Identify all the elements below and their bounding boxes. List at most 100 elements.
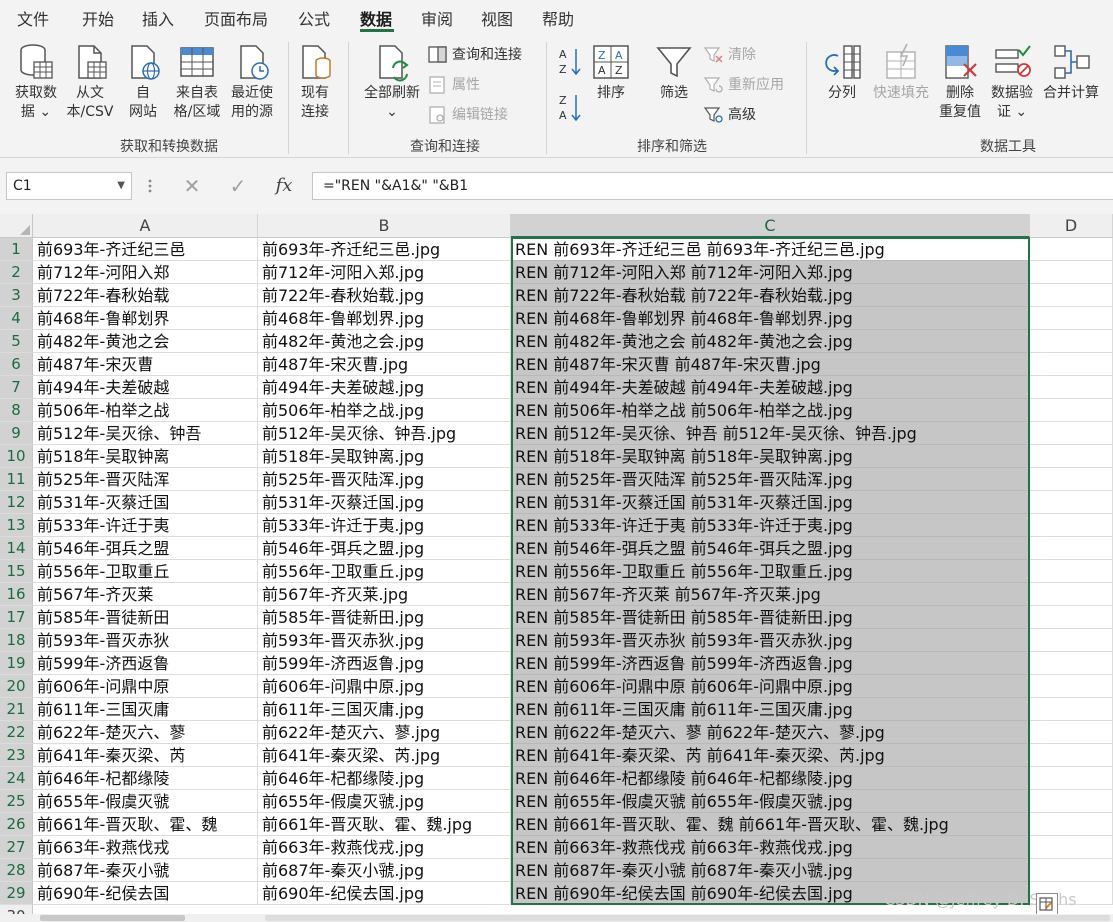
cell-b[interactable]: 前593年-晋灭赤狄.jpg [258,629,511,652]
cell-c[interactable]: REN 前468年-鲁郸划界 前468年-鲁郸划界.jpg [511,307,1030,330]
cell-b[interactable]: 前533年-许迁于夷.jpg [258,514,511,537]
cell-c[interactable]: REN 前585年-晋徒新田 前585年-晋徒新田.jpg [511,606,1030,629]
tab-insert[interactable]: 插入 [142,6,174,30]
cell-a[interactable]: 前533年-许迁于夷 [33,514,258,537]
row-header[interactable]: 21 [0,698,33,721]
cell-b[interactable]: 前606年-问鼎中原.jpg [258,675,511,698]
cell-d[interactable] [1030,629,1113,652]
tab-data[interactable]: 数据 [360,6,392,30]
row-header[interactable]: 13 [0,514,33,537]
cell-b[interactable]: 前687年-秦灭小虢.jpg [258,859,511,882]
cell-d[interactable] [1030,330,1113,353]
cell-b[interactable]: 前663年-救燕伐戎.jpg [258,836,511,859]
cell-d[interactable] [1030,353,1113,376]
cell-d[interactable] [1030,790,1113,813]
cell-d[interactable] [1030,721,1113,744]
row-header[interactable]: 25 [0,790,33,813]
cell-c[interactable]: REN 前525年-晋灭陆浑 前525年-晋灭陆浑.jpg [511,468,1030,491]
row-header[interactable]: 1 [0,238,33,261]
cell-b[interactable]: 前487年-宋灭曹.jpg [258,353,511,376]
cell-b[interactable]: 前482年-黄池之会.jpg [258,330,511,353]
cell-a[interactable]: 前690年-纪侯去国 [33,882,258,905]
cell-a[interactable]: 前661年-晋灭耿、霍、魏 [33,813,258,836]
tab-page-layout[interactable]: 页面布局 [204,6,268,30]
row-header[interactable]: 17 [0,606,33,629]
cell-d[interactable] [1030,376,1113,399]
row-header[interactable]: 12 [0,491,33,514]
row-header[interactable]: 19 [0,652,33,675]
row-header[interactable]: 5 [0,330,33,353]
cell-b[interactable]: 前468年-鲁郸划界.jpg [258,307,511,330]
cell-a[interactable]: 前585年-晋徒新田 [33,606,258,629]
row-header[interactable]: 24 [0,767,33,790]
cell-c[interactable]: REN 前622年-楚灭六、蓼 前622年-楚灭六、蓼.jpg [511,721,1030,744]
cell-d[interactable] [1030,284,1113,307]
refresh-all-button[interactable]: 全部刷新 ⌄ [358,42,426,122]
cell-d[interactable] [1030,560,1113,583]
cell-d[interactable] [1030,399,1113,422]
sort-ascending-button[interactable]: A Z [556,46,584,78]
cell-d[interactable] [1030,307,1113,330]
cell-a[interactable]: 前567年-齐灭莱 [33,583,258,606]
cell-a[interactable]: 前512年-吴灭徐、钟吾 [33,422,258,445]
flash-fill-button[interactable]: 快速填充 [868,42,934,103]
quick-analysis-button[interactable] [1036,893,1058,915]
cell-c[interactable]: REN 前593年-晋灭赤狄 前593年-晋灭赤狄.jpg [511,629,1030,652]
cell-a[interactable]: 前606年-问鼎中原 [33,675,258,698]
cell-a[interactable]: 前487年-宋灭曹 [33,353,258,376]
cell-c[interactable]: REN 前512年-吴灭徐、钟吾 前512年-吴灭徐、钟吾.jpg [511,422,1030,445]
cell-a[interactable]: 前494年-夫差破越 [33,376,258,399]
cell-b[interactable]: 前690年-纪侯去国.jpg [258,882,511,905]
formula-input[interactable]: ="REN "&A1&" "&B1 [312,172,1113,200]
cell-b[interactable]: 前655年-假虞灭虢.jpg [258,790,511,813]
cell-d[interactable] [1030,468,1113,491]
cell-d[interactable] [1030,261,1113,284]
cell-a[interactable]: 前546年-弭兵之盟 [33,537,258,560]
row-header[interactable]: 20 [0,675,33,698]
cell-b[interactable]: 前641年-秦灭梁、芮.jpg [258,744,511,767]
cell-a[interactable]: 前693年-齐迁纪三邑 [33,238,258,261]
cell-a[interactable]: 前641年-秦灭梁、芮 [33,744,258,767]
cell-d[interactable] [1030,744,1113,767]
cell-a[interactable]: 前722年-春秋始载 [33,284,258,307]
row-header[interactable]: 26 [0,813,33,836]
cell-a[interactable]: 前506年-柏举之战 [33,399,258,422]
tab-formulas[interactable]: 公式 [298,6,330,30]
cell-c[interactable]: REN 前655年-假虞灭虢 前655年-假虞灭虢.jpg [511,790,1030,813]
cell-a[interactable]: 前622年-楚灭六、蓼 [33,721,258,744]
row-header[interactable]: 28 [0,859,33,882]
cell-c[interactable]: REN 前722年-春秋始载 前722年-春秋始载.jpg [511,284,1030,307]
get-data-button[interactable]: 获取数据 ⌄ [8,42,64,122]
row-header[interactable]: 23 [0,744,33,767]
cell-d[interactable] [1030,675,1113,698]
cell-d[interactable] [1030,859,1113,882]
cell-b[interactable]: 前494年-夫差破越.jpg [258,376,511,399]
cell-c[interactable]: REN 前546年-弭兵之盟 前546年-弭兵之盟.jpg [511,537,1030,560]
cell-c[interactable]: REN 前641年-秦灭梁、芮 前641年-秦灭梁、芮.jpg [511,744,1030,767]
row-header[interactable]: 16 [0,583,33,606]
cell-c[interactable]: REN 前533年-许迁于夷 前533年-许迁于夷.jpg [511,514,1030,537]
sheet-tabs-scroll-thumb[interactable] [40,915,185,921]
cell-c[interactable]: REN 前606年-问鼎中原 前606年-问鼎中原.jpg [511,675,1030,698]
formula-bar-grip-icon[interactable] [148,178,152,194]
cell-c[interactable]: REN 前482年-黄池之会 前482年-黄池之会.jpg [511,330,1030,353]
cell-c[interactable]: REN 前567年-齐灭莱 前567年-齐灭莱.jpg [511,583,1030,606]
horizontal-scroll-thumb[interactable] [265,915,1110,921]
cell-a[interactable]: 前663年-救燕伐戎 [33,836,258,859]
name-box[interactable]: C1 ▼ [6,172,132,200]
cell-b[interactable]: 前525年-晋灭陆浑.jpg [258,468,511,491]
cell-c[interactable]: REN 前556年-卫取重丘 前556年-卫取重丘.jpg [511,560,1030,583]
cell-c[interactable]: REN 前531年-灭蔡迁国 前531年-灭蔡迁国.jpg [511,491,1030,514]
cell-b[interactable]: 前531年-灭蔡迁国.jpg [258,491,511,514]
cell-d[interactable] [1030,652,1113,675]
cell-d[interactable] [1030,767,1113,790]
remove-duplicates-button[interactable]: 删除 重复值 [934,42,986,122]
cell-c[interactable]: REN 前712年-河阳入郑 前712年-河阳入郑.jpg [511,261,1030,284]
cell-b[interactable]: 前567年-齐灭莱.jpg [258,583,511,606]
cell-a[interactable]: 前655年-假虞灭虢 [33,790,258,813]
cell-d[interactable] [1030,491,1113,514]
cell-d[interactable] [1030,422,1113,445]
tab-file[interactable]: 文件 [17,6,49,30]
cell-c[interactable]: REN 前646年-杞都缘陵 前646年-杞都缘陵.jpg [511,767,1030,790]
cell-b[interactable]: 前661年-晋灭耿、霍、魏.jpg [258,813,511,836]
